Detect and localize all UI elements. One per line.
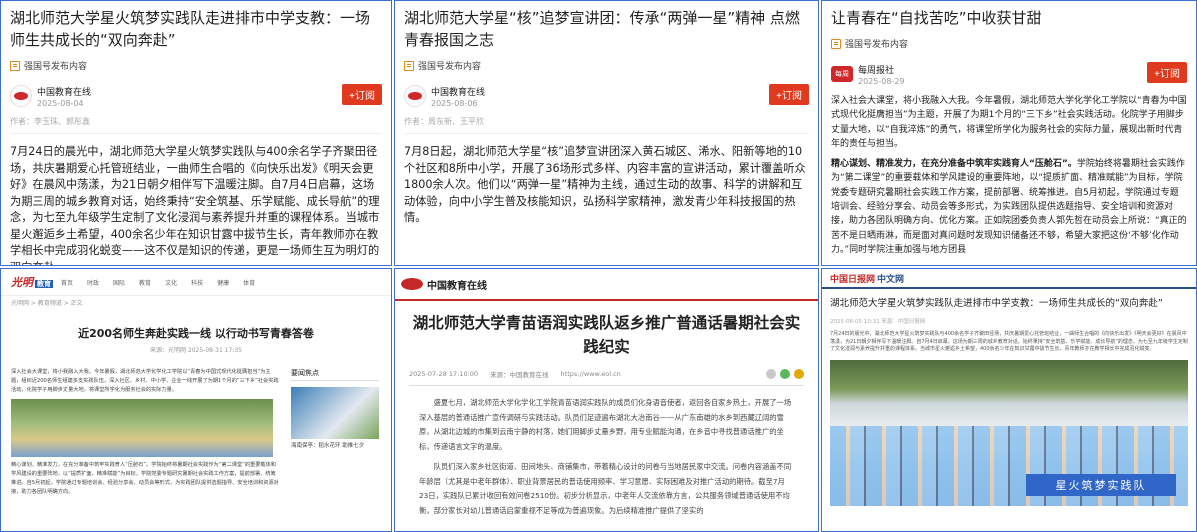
author-row: 中国教育在线 2025-08-04 +订阅 <box>10 82 382 110</box>
editor-line: 作者：周东新、王平欣 <box>404 116 809 134</box>
subscribe-button[interactable]: +订阅 <box>1147 62 1187 83</box>
logo-icon <box>401 278 423 290</box>
paragraph-text: 学院始终将暑期社会实践作为“第二课堂”的重要载体和学风建设的重要阵地，以“提质扩… <box>831 159 1187 255</box>
publish-date: 2025-08-04 <box>37 98 84 108</box>
article-meta: 2025-07-28 17:10:00 来源：中国教育在线 https://ww… <box>395 369 818 379</box>
article-title: 近200名师生奔赴实践一线 以行动书写青春答卷 <box>78 327 314 340</box>
source-label: 来源：中国教育在线 <box>490 371 549 379</box>
logo-text: 中国日报网 <box>830 274 876 285</box>
article-paragraph: 队员们深入家乡社区街道、田间地头、商铺集市，带着精心设计的问卷与当地居民家中交流… <box>419 462 792 515</box>
sidebar-title: 要闻焦点 <box>291 368 379 381</box>
article-paragraph: 盛夏七月，湖北师范大学化学化工学院青苗语润实践队的成员们化身语音使者，返回各自家… <box>419 398 792 451</box>
author-name[interactable]: 每周报社 <box>858 63 905 76</box>
article-title[interactable]: 让青春在“自找苦吃”中收获甘甜 <box>831 7 1187 29</box>
document-icon <box>404 60 414 71</box>
article-paragraph: 精心谋划、精准发力，在充分准备中筑牢实践育人“压舱石”。学院始终将暑期社会实践作… <box>11 462 279 495</box>
breadcrumb[interactable]: 光明网 > 教育频道 > 正文 <box>1 295 391 309</box>
article-meta: 2025-08-05 10:31 来源：中国日报网 <box>830 319 926 325</box>
nav-item[interactable]: 国际 <box>113 278 125 287</box>
source-label: 强国号发布内容 <box>24 62 88 72</box>
author-row: 每周 每周报社 2025-08-29 +订阅 <box>831 60 1187 88</box>
nav-item[interactable]: 教育 <box>139 278 151 287</box>
article-paragraph: 深入社会大课堂，将小我融入大我。今年暑假，湖北师范大学化学化工学院以“青春为中国… <box>831 96 1187 149</box>
sidebar: 要闻焦点 海南保亭：稻水花环 助推七夕 <box>291 368 379 497</box>
logo-text: 光明 <box>11 276 33 289</box>
logo-icon <box>408 92 422 100</box>
avatar[interactable]: 每周 <box>831 66 853 82</box>
article-paragraph: 深入社会大课堂，将小我融入大我。今年暑假，湖北师范大学化学化工学院以“青春为中国… <box>11 369 279 393</box>
site-logo[interactable]: 中国教育在线 <box>427 277 487 292</box>
nav-item[interactable]: 首页 <box>61 278 73 287</box>
article-panel-5: 中国教育在线 湖北师范大学青苗语润实践队返乡推广普通话暑期社会实践纪实 2025… <box>394 268 819 532</box>
publish-date: 2025-08-06 <box>431 98 478 108</box>
article-panel-4: 光明 教育 首页 时政 国际 教育 文化 科技 健康 体育 光明网 > 教育频道 … <box>0 268 392 532</box>
author-row: 中国教育在线 2025-08-06 +订阅 <box>404 82 809 110</box>
share-buttons <box>766 369 804 379</box>
article-body: 7月24日的晨光中，湖北师范大学星火筑梦实践队与400余名学子齐聚田径场，共庆暑… <box>10 145 380 265</box>
weibo-icon[interactable] <box>794 369 804 379</box>
article-body: 7月8日起，湖北师范大学星“核”追梦宣讲团深入黄石城区、浠水、阳新等地的10个社… <box>404 145 806 224</box>
article-panel-2: 湖北师范大学星“核”追梦宣讲团：传承“两弹一星”精神 点燃青春报国之志 强国号发… <box>394 0 819 266</box>
logo-tag: 教育 <box>35 280 53 288</box>
site-nav: 首页 时政 国际 教育 文化 科技 健康 体育 <box>61 278 255 287</box>
nav-item[interactable]: 体育 <box>243 278 255 287</box>
article-body: 深入社会大课堂，将小我融入大我。今年暑假，湖北师范大学化学化工学院以“青春为中国… <box>11 368 279 497</box>
collage-grid: 湖北师范大学星火筑梦实践队走进排市中学支教：一场师生共成长的“双向奔赴” 强国号… <box>0 0 1197 532</box>
article-body: 盛夏七月，湖北师范大学化学化工学院青苗语润实践队的成员们化身语音使者，返回各自家… <box>395 386 818 518</box>
article-photo <box>11 399 273 457</box>
nav-item[interactable]: 时政 <box>87 278 99 287</box>
article-panel-6: 中国日报网 中文网 湖北师范大学星火筑梦实践队走进排市中学支教：一场师生共成长的“… <box>821 268 1197 532</box>
source-row: 强国号发布内容 <box>10 59 382 72</box>
sidebar-caption[interactable]: 海南保亭：稻水花环 助推七夕 <box>291 441 379 449</box>
subscribe-button[interactable]: +订阅 <box>769 84 809 105</box>
share-icon[interactable] <box>766 369 776 379</box>
source-row: 强国号发布内容 <box>404 59 809 72</box>
group-photo: 星火筑梦实践队 <box>830 359 1188 506</box>
subscribe-button[interactable]: +订阅 <box>342 84 382 105</box>
logo-tag: 中文网 <box>877 274 905 285</box>
site-logo[interactable]: 中国日报网 中文网 <box>830 272 904 285</box>
article-paragraph: 精心谋划、精准发力，在充分准备中筑牢实践育人“压舱石”。学院始终将暑期社会实践作… <box>831 157 1187 257</box>
author-name[interactable]: 中国教育在线 <box>431 85 485 98</box>
sidebar-thumbnail[interactable] <box>291 387 379 439</box>
article-title: 湖北师范大学青苗语润实践队返乡推广普通话暑期社会实践纪实 <box>412 314 801 356</box>
bold-lead: 精心谋划、精准发力，在充分准备中筑牢实践育人“压舱石”。 <box>831 159 1077 170</box>
nav-item[interactable]: 科技 <box>191 278 203 287</box>
article-title[interactable]: 湖北师范大学星火筑梦实践队走进排市中学支教：一场师生共成长的“双向奔赴” <box>10 7 382 51</box>
publish-date: 2025-08-29 <box>858 76 905 86</box>
team-banner: 星火筑梦实践队 <box>1026 473 1176 496</box>
avatar[interactable] <box>404 85 426 107</box>
nav-item[interactable]: 文化 <box>165 278 177 287</box>
publish-date: 2025-07-28 17:10:00 <box>409 370 479 378</box>
nav-item[interactable]: 健康 <box>217 278 229 287</box>
article-meta: 来源：光明网 2025-08-31 17:35 <box>150 347 242 354</box>
article-title: 湖北师范大学星火筑梦实践队走进排市中学支教：一场师生共成长的“双向奔赴” <box>830 298 1163 309</box>
logo-icon <box>14 92 28 100</box>
article-columns: 深入社会大课堂，将小我融入大我。今年暑假，湖北师范大学化学化工学院以“青春为中国… <box>1 354 391 497</box>
article-body: 7月24日的晨光中，湖北师范大学星火筑梦实践队与400余名学子齐聚田径场，共庆暑… <box>830 331 1188 353</box>
site-header: 光明 教育 首页 时政 国际 教育 文化 科技 健康 体育 <box>1 269 391 295</box>
avatar[interactable] <box>10 85 32 107</box>
editor-line: 作者：李玉珠、郭彤鑫 <box>10 116 382 134</box>
wechat-icon[interactable] <box>780 369 790 379</box>
site-header: 中国教育在线 <box>395 269 818 301</box>
article-panel-3: 让青春在“自找苦吃”中收获甘甜 强国号发布内容 每周 每周报社 2025-08-… <box>821 0 1197 266</box>
source-url[interactable]: https://www.eol.cn <box>561 370 621 378</box>
article-panel-1: 湖北师范大学星火筑梦实践队走进排市中学支教：一场师生共成长的“双向奔赴” 强国号… <box>0 0 392 266</box>
source-label: 强国号发布内容 <box>845 40 909 50</box>
author-name[interactable]: 中国教育在线 <box>37 85 91 98</box>
source-row: 强国号发布内容 <box>831 37 1187 50</box>
document-icon <box>831 38 841 49</box>
source-label: 强国号发布内容 <box>418 62 482 72</box>
document-icon <box>10 60 20 71</box>
site-logo[interactable]: 光明 教育 <box>11 274 53 290</box>
site-header: 中国日报网 中文网 <box>822 269 1196 289</box>
article-title[interactable]: 湖北师范大学星“核”追梦宣讲团：传承“两弹一星”精神 点燃青春报国之志 <box>404 7 809 51</box>
